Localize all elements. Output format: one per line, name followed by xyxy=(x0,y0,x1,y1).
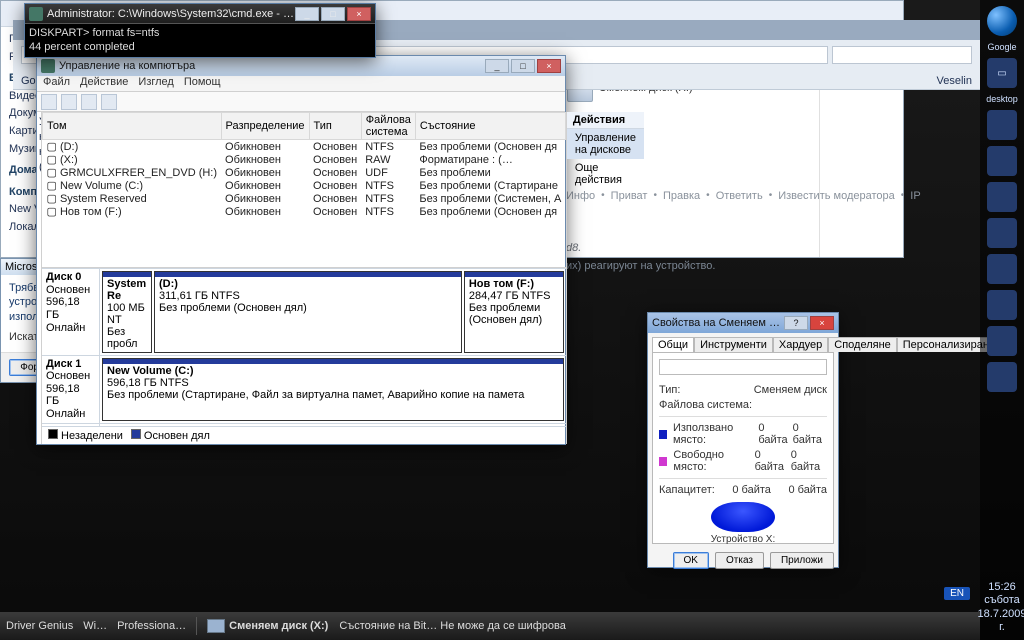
taskbar-item[interactable]: Driver Genius xyxy=(6,620,73,632)
dock-app-icon[interactable] xyxy=(987,218,1017,248)
cmd-title: Administrator: C:\Windows\System32\cmd.e… xyxy=(47,8,295,20)
usage-pie-chart xyxy=(711,502,775,532)
disk-map[interactable]: Диск 0Основен596,18 ГБОнлайн System Re10… xyxy=(42,268,566,426)
mgmt-icon xyxy=(41,59,55,73)
back-icon[interactable] xyxy=(41,94,57,110)
volume-row[interactable]: ▢ New Volume (C:)ОбикновенОсновенNTFSБез… xyxy=(43,179,566,192)
tab-tools[interactable]: Инструменти xyxy=(694,337,773,352)
ok-button[interactable]: OK xyxy=(673,552,709,569)
maximize-button[interactable]: □ xyxy=(511,59,535,73)
usb-icon xyxy=(207,619,225,633)
apply-button[interactable]: Приложи xyxy=(770,552,834,569)
minimize-button[interactable]: _ xyxy=(485,59,509,73)
menu-bar[interactable]: ФайлДействиеИзгледПомощ xyxy=(37,76,565,92)
volume-row[interactable]: ▢ (D:)ОбикновенОсновенNTFSБез проблеми (… xyxy=(43,140,566,154)
clock[interactable]: 15:26 събота 18.7.2009 г. xyxy=(978,581,1024,640)
volume-row[interactable]: ▢ System ReservedОбикновенОсновенNTFSБез… xyxy=(43,192,566,205)
user-box[interactable]: Veselin xyxy=(937,75,972,87)
taskbar-item[interactable]: Wi… xyxy=(83,620,107,632)
dock-app-icon[interactable] xyxy=(987,254,1017,284)
refresh-icon[interactable] xyxy=(81,94,97,110)
close-button[interactable]: × xyxy=(537,59,561,73)
tab-hardware[interactable]: Хардуер xyxy=(773,337,828,352)
start-orb-icon[interactable] xyxy=(987,6,1017,36)
browser-search[interactable] xyxy=(832,46,972,64)
taskbar[interactable]: Driver Genius Wi… Professiona… Сменяем д… xyxy=(0,612,980,640)
dock-app-icon[interactable] xyxy=(987,146,1017,176)
dock-app-icon[interactable] xyxy=(987,110,1017,140)
cmd-line: DISKPART> format fs=ntfs xyxy=(29,26,371,40)
maximize-button[interactable]: □ xyxy=(321,7,345,21)
volume-list[interactable]: ТомРазпределениеТипФайлова системаСъстоя… xyxy=(42,112,566,268)
tab-general[interactable]: Общи xyxy=(652,337,694,352)
tab-sharing[interactable]: Споделяне xyxy=(828,337,897,352)
forward-icon[interactable] xyxy=(61,94,77,110)
close-button[interactable]: × xyxy=(810,316,834,330)
cmd-line: 44 percent completed xyxy=(29,40,371,54)
volume-row[interactable]: ▢ GRMCULXFRER_EN_DVD (H:)ОбикновенОснове… xyxy=(43,166,566,179)
drive-properties-dialog[interactable]: Свойства на Сменяем диск (X:) ?× Общи Ин… xyxy=(647,312,839,568)
right-dock[interactable]: Google ▭ desktop 15:26 събота 18.7.2009 … xyxy=(980,0,1024,640)
legend: Незаделени Основен дял xyxy=(42,426,566,444)
taskbar-item[interactable]: Professiona… xyxy=(117,620,186,632)
dock-app-icon[interactable] xyxy=(987,182,1017,212)
cmd-icon xyxy=(29,7,43,21)
help-icon[interactable]: ? xyxy=(784,316,808,330)
taskbar-drive-item[interactable]: Сменяем диск (X:) Състояние на Bit… Не м… xyxy=(207,619,566,633)
actions-pane[interactable]: Действия Управление на дискове Още дейст… xyxy=(566,112,644,444)
tabs[interactable]: Общи Инструменти Хардуер Споделяне Персо… xyxy=(648,333,838,352)
cmd-window[interactable]: Administrator: C:\Windows\System32\cmd.e… xyxy=(24,3,376,58)
toolbar[interactable] xyxy=(37,92,565,112)
desktop-icon[interactable]: ▭ xyxy=(987,58,1017,88)
volume-label-input[interactable] xyxy=(659,359,827,375)
cancel-button[interactable]: Отказ xyxy=(715,552,764,569)
close-button[interactable]: × xyxy=(347,7,371,21)
help-icon[interactable] xyxy=(101,94,117,110)
volume-row[interactable]: ▢ Нов том (F:)ОбикновенОсновенNTFSБез пр… xyxy=(43,205,566,218)
dock-app-icon[interactable] xyxy=(987,290,1017,320)
computer-management-window[interactable]: Управление на компютъра _ □ × ФайлДейств… xyxy=(36,55,566,445)
language-indicator[interactable]: EN xyxy=(944,587,970,600)
minimize-button[interactable]: _ xyxy=(295,7,319,21)
dock-app-icon[interactable] xyxy=(987,362,1017,392)
volume-row[interactable]: ▢ (X:)ОбикновенОсновенRAWФорматиране : (… xyxy=(43,153,566,166)
dock-app-icon[interactable] xyxy=(987,326,1017,356)
